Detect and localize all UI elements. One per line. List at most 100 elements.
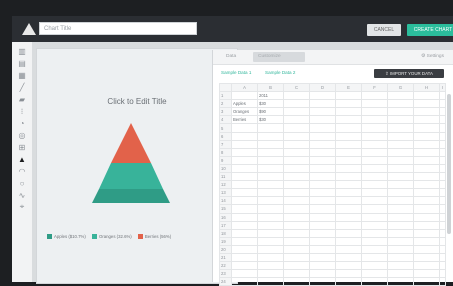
grid-cell[interactable] [257,269,284,279]
grid-cell[interactable] [413,261,440,271]
grid-cell[interactable] [387,147,414,157]
column-header[interactable]: D [309,82,336,93]
grid-cell[interactable] [283,244,310,254]
grid-cell[interactable] [335,252,362,263]
grid-cell[interactable] [309,188,336,198]
grid-cell[interactable] [439,212,446,222]
grid-cell[interactable] [361,139,388,149]
pie-chart-icon[interactable]: ◔ [17,118,27,128]
grid-cell[interactable] [231,180,258,190]
grid-cell[interactable] [439,180,446,190]
grid-cell[interactable] [283,99,310,109]
pyramid-chart-icon[interactable]: ▲ [17,154,27,164]
grid-cell[interactable] [439,172,446,182]
grid-cell[interactable] [283,220,310,230]
grid-cell[interactable] [439,261,446,271]
column-header[interactable]: A [231,82,258,93]
column-header[interactable]: G [387,82,414,93]
grid-cell[interactable] [387,172,414,182]
grid-cell[interactable] [439,204,446,214]
grid-cell[interactable] [231,204,258,214]
grid-cell[interactable] [231,147,258,157]
grid-cell[interactable] [231,196,258,206]
grid-cell[interactable] [413,204,440,214]
grid-cell[interactable] [335,91,362,101]
grid-cell[interactable] [361,196,388,206]
grid-cell[interactable] [231,252,258,263]
grid-cell[interactable] [361,91,388,101]
dot-chart-icon[interactable]: ⁝ [17,106,27,116]
grid-cell[interactable] [335,188,362,198]
grid-cell[interactable] [413,220,440,230]
tab-data[interactable]: Data [221,52,241,62]
grid-cell[interactable] [413,163,440,174]
grid-cell[interactable] [413,228,440,238]
grid-cell[interactable] [257,196,284,206]
create-chart-button[interactable]: CREATE CHART [407,24,453,36]
grid-cell[interactable] [361,220,388,230]
grid-cell[interactable] [335,123,362,133]
grid-cell[interactable] [309,147,336,157]
grid-cell[interactable] [309,91,336,101]
grid-cell[interactable]: Apples [231,99,258,109]
grid-cell[interactable] [283,107,310,117]
grid-cell[interactable] [361,107,388,117]
grid-cell[interactable] [231,139,258,149]
grid-cell[interactable] [335,228,362,238]
grid-cell[interactable] [387,91,414,101]
grid-cell[interactable] [361,204,388,214]
grid-cell[interactable] [309,196,336,206]
grid-cell[interactable] [257,172,284,182]
grid-cell[interactable] [257,139,284,149]
grid-cell[interactable] [361,123,388,133]
grid-cell[interactable] [413,147,440,157]
grid-cell[interactable] [387,180,414,190]
settings-link[interactable]: ⚙ Settings [421,52,444,62]
grid-cell[interactable] [283,139,310,149]
grid-cell[interactable] [309,244,336,254]
grid-cell[interactable] [413,115,440,125]
grid-cell[interactable] [439,220,446,230]
grid-cell[interactable] [231,236,258,246]
grid-cell[interactable] [439,131,446,141]
grid-cell[interactable]: Berries [231,115,258,125]
pyramid-layer-bottom[interactable] [92,189,170,203]
grid-cell[interactable] [309,115,336,125]
grid-cell[interactable] [413,131,440,141]
grid-cell[interactable] [387,261,414,271]
grid-cell[interactable] [361,236,388,246]
grid-cell[interactable] [335,236,362,246]
grid-cell[interactable] [387,196,414,206]
grid-cell[interactable] [231,220,258,230]
grid-cell[interactable] [439,244,446,254]
grid-cell[interactable] [283,252,310,263]
grid-cell[interactable] [283,123,310,133]
grid-cell[interactable] [387,244,414,254]
grid-cell[interactable] [283,228,310,238]
grid-cell[interactable] [439,91,446,101]
column-chart-icon[interactable]: ▦ [17,70,27,80]
map-chart-icon[interactable]: ⌖ [17,202,27,212]
grid-cell[interactable] [413,269,440,279]
grid-cell[interactable] [335,99,362,109]
grid-cell[interactable] [335,269,362,279]
grid-cell[interactable] [387,139,414,149]
grid-cell[interactable] [309,228,336,238]
grid-cell[interactable]: 2011 [257,91,284,101]
grid-cell[interactable] [335,212,362,222]
column-header[interactable]: F [361,82,388,93]
grid-cell[interactable] [309,269,336,279]
grid-cell[interactable] [361,172,388,182]
bar-chart-icon[interactable]: ▥ [17,46,27,56]
grid-cell[interactable] [283,180,310,190]
grid-cell[interactable] [439,155,446,165]
grid-cell[interactable] [257,123,284,133]
chart-title-input[interactable]: Chart Title [39,22,197,35]
grid-cell[interactable] [335,204,362,214]
grid-cell[interactable] [231,188,258,198]
grid-cell[interactable] [387,155,414,165]
column-header[interactable]: B [257,82,284,93]
grid-cell[interactable] [361,228,388,238]
grid-cell[interactable] [257,147,284,157]
grid-cell[interactable] [335,244,362,254]
